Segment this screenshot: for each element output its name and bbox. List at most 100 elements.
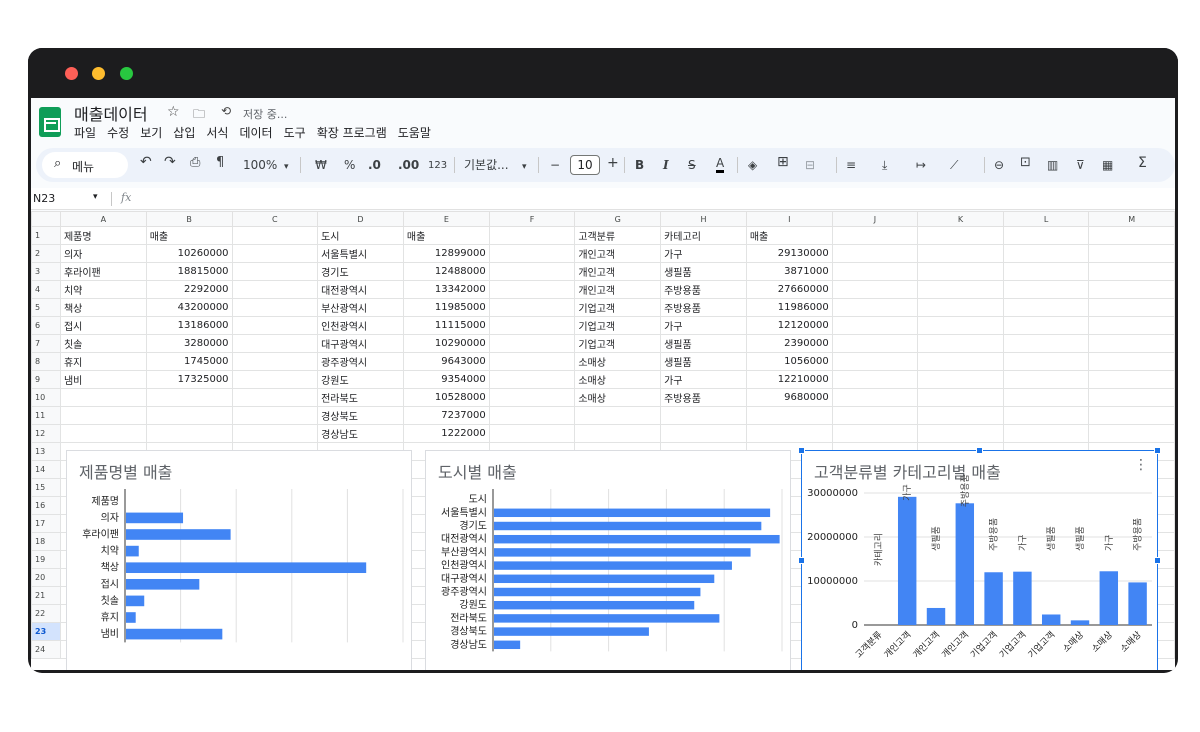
cell[interactable]: 광주광역시 <box>317 352 404 371</box>
row-header[interactable]: 15 <box>31 478 61 497</box>
name-box-chevron-icon[interactable]: ▾ <box>93 192 98 202</box>
cell[interactable] <box>1088 424 1175 443</box>
insert-link-icon[interactable]: ⊖ <box>994 157 1004 173</box>
row-header[interactable]: 12 <box>31 424 61 443</box>
cell[interactable] <box>1002 244 1090 263</box>
cell[interactable]: 접시 <box>59 316 147 335</box>
cell[interactable] <box>231 316 319 335</box>
cell[interactable]: 후라이팬 <box>59 262 147 281</box>
cell[interactable] <box>1002 280 1090 299</box>
row-header[interactable]: 10 <box>31 388 61 407</box>
cell[interactable]: 생필품 <box>660 334 747 353</box>
chart-resize-handle[interactable] <box>798 557 805 564</box>
cell[interactable] <box>488 334 576 353</box>
cell[interactable] <box>231 370 319 389</box>
cell[interactable]: 매출 <box>745 226 833 245</box>
row-header[interactable]: 16 <box>31 496 61 515</box>
cell[interactable] <box>488 388 576 407</box>
cell[interactable]: 가구 <box>660 316 747 335</box>
cell[interactable] <box>917 370 1004 389</box>
cell[interactable] <box>1002 388 1090 407</box>
cell[interactable]: 9680000 <box>745 388 833 407</box>
city-sales-chart[interactable]: 도시별 매출 도시 서울특별시 경기도 대전광역시 부산광역시 인천광역시 대구광역시 광주광… <box>425 450 791 670</box>
column-header[interactable]: M <box>1088 211 1175 227</box>
cell[interactable] <box>1002 316 1090 335</box>
redo-icon[interactable]: ↷ <box>164 154 176 170</box>
cell[interactable]: 생필품 <box>660 262 747 281</box>
strikethrough-icon[interactable]: S̶ <box>688 157 696 173</box>
cell[interactable]: 개인고객 <box>574 244 662 263</box>
increase-font-size-button[interactable]: + <box>607 155 619 171</box>
menu-file[interactable]: 파일 <box>74 124 96 142</box>
filter-icon[interactable]: ⊽ <box>1076 157 1085 173</box>
cell[interactable]: 인천광역시 <box>317 316 404 335</box>
column-header[interactable]: D <box>317 211 404 227</box>
row-header[interactable]: 14 <box>31 460 61 479</box>
cell[interactable] <box>488 244 576 263</box>
cell[interactable] <box>831 406 919 425</box>
text-wrap-icon[interactable]: ↦ <box>916 157 926 173</box>
cell[interactable]: 소매상 <box>574 388 662 407</box>
cell[interactable]: 생필품 <box>660 352 747 371</box>
row-header[interactable]: 4 <box>31 280 61 299</box>
cell[interactable] <box>917 226 1004 245</box>
cell[interactable] <box>1088 388 1175 407</box>
cell[interactable]: 매출 <box>402 226 490 245</box>
cell[interactable]: 12899000 <box>402 244 490 263</box>
cell[interactable]: 전라북도 <box>317 388 404 407</box>
cell[interactable] <box>145 424 233 443</box>
paint-format-icon[interactable]: ¶ <box>216 155 224 171</box>
cell[interactable] <box>1002 406 1090 425</box>
select-all-corner[interactable] <box>31 211 61 227</box>
column-header[interactable]: A <box>59 211 147 227</box>
italic-button[interactable]: I <box>663 157 669 173</box>
cell[interactable] <box>917 406 1004 425</box>
cell[interactable]: 10290000 <box>402 334 490 353</box>
cell[interactable] <box>917 262 1004 281</box>
cell[interactable]: 3280000 <box>145 334 233 353</box>
cell[interactable]: 치약 <box>59 280 147 299</box>
cell[interactable] <box>831 226 919 245</box>
menu-search-input[interactable]: ⌕ 메뉴 <box>42 152 128 178</box>
menu-insert[interactable]: 삽입 <box>173 124 195 142</box>
cell[interactable]: 17325000 <box>145 370 233 389</box>
row-header[interactable]: 9 <box>31 370 61 389</box>
menu-edit[interactable]: 수정 <box>107 124 129 142</box>
cell[interactable]: 매출 <box>145 226 233 245</box>
undo-icon[interactable]: ↶ <box>140 154 152 170</box>
chart-resize-handle[interactable] <box>798 447 805 454</box>
cell[interactable] <box>488 352 576 371</box>
cell[interactable] <box>831 388 919 407</box>
fill-color-icon[interactable]: ◈ <box>748 157 757 173</box>
cell[interactable] <box>488 280 576 299</box>
currency-format-button[interactable]: ₩ <box>315 157 327 173</box>
cell[interactable] <box>1088 298 1175 317</box>
cell[interactable] <box>831 316 919 335</box>
cell[interactable]: 도시 <box>317 226 404 245</box>
percent-format-button[interactable]: % <box>344 157 355 173</box>
cell[interactable] <box>1002 334 1090 353</box>
cell[interactable]: 가구 <box>660 370 747 389</box>
cell[interactable] <box>488 298 576 317</box>
row-header[interactable]: 1 <box>31 226 61 245</box>
cell[interactable] <box>1088 406 1175 425</box>
cell[interactable] <box>831 424 919 443</box>
cell[interactable] <box>1088 262 1175 281</box>
row-header[interactable]: 20 <box>31 568 61 587</box>
minimize-window-button[interactable] <box>92 67 105 80</box>
cell[interactable] <box>917 244 1004 263</box>
cell[interactable] <box>574 424 662 443</box>
cell[interactable]: 13342000 <box>402 280 490 299</box>
cell[interactable]: 12488000 <box>402 262 490 281</box>
cell[interactable] <box>1002 370 1090 389</box>
cell[interactable]: 대구광역시 <box>317 334 404 353</box>
name-box[interactable]: N23 <box>33 192 55 205</box>
cell[interactable] <box>917 334 1004 353</box>
row-header[interactable]: 24 <box>31 640 61 659</box>
row-header[interactable]: 13 <box>31 442 61 461</box>
decrease-font-size-button[interactable]: − <box>550 157 560 173</box>
document-title[interactable]: 매출데이터 <box>74 101 148 125</box>
cell[interactable]: 주방용품 <box>660 298 747 317</box>
cell[interactable]: 경기도 <box>317 262 404 281</box>
row-header[interactable]: 17 <box>31 514 61 533</box>
